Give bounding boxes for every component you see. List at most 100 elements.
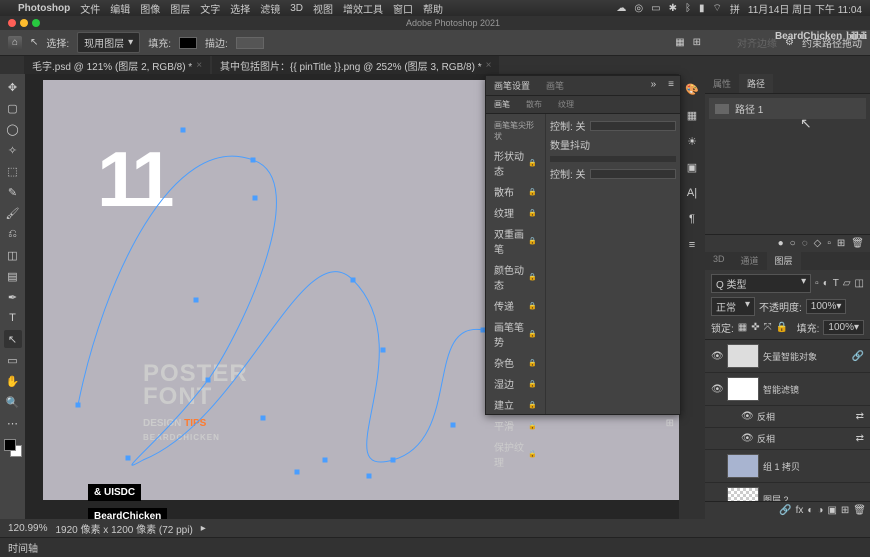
opacity-field[interactable]: 100%▾ (806, 299, 847, 314)
brush-opt[interactable]: 散布🔒 (490, 182, 541, 201)
layer-thumb[interactable] (727, 344, 759, 368)
doc-tab-2[interactable]: 其中包括图片：{{ pinTitle }}.png @ 252% (图层 3, … (212, 56, 499, 75)
delete-layer-icon[interactable]: 🗑 (853, 505, 866, 516)
close-window[interactable] (8, 19, 16, 27)
brush-settings-tab[interactable]: 画笔设置 (486, 76, 538, 95)
brush-opt[interactable]: 建立🔒 (490, 395, 541, 414)
visibility-icon[interactable]: 👁 (741, 433, 753, 444)
channels-tab[interactable]: 通道 (733, 252, 767, 270)
swatches-panel-icon[interactable]: ▦ (683, 106, 701, 124)
color-swatches[interactable] (4, 439, 22, 457)
libraries-panel-icon[interactable]: ▣ (683, 158, 701, 176)
brush-opt[interactable]: 画笔笔尖形状 (490, 118, 541, 144)
lock-all-icon[interactable]: 🔒 (776, 322, 788, 333)
doc-tab-1[interactable]: 毛字.psd @ 121% (图层 2, RGB/8) *× (24, 56, 210, 75)
status-menu-icon[interactable]: ▸ (201, 523, 206, 534)
visibility-icon[interactable]: 👁 (711, 384, 723, 395)
visibility-icon[interactable]: 👁 (741, 411, 753, 422)
paths-tab[interactable]: 路径 (739, 74, 773, 93)
control-slider[interactable] (590, 121, 676, 131)
layer-kind-dropdown[interactable]: Q 类型▾ (711, 274, 811, 293)
layer-thumb[interactable] (727, 377, 759, 401)
menu-view[interactable]: 视图 (313, 1, 333, 16)
layer-thumb[interactable] (727, 487, 759, 501)
brush-opt[interactable]: 颜色动态🔒 (490, 260, 541, 294)
panel-menu-icon[interactable]: ≡ (662, 76, 680, 95)
lock-icon[interactable]: 🔒 (528, 450, 537, 458)
lock-icon[interactable]: 🔒 (528, 188, 537, 196)
filter-row[interactable]: 👁 反相 ⇄ (705, 406, 870, 428)
align-icon[interactable]: ▦ (675, 37, 684, 48)
hand-tool[interactable]: ✋ (4, 372, 22, 390)
menu-filter[interactable]: 滤镜 (260, 1, 280, 16)
star-icon[interactable]: ✱ (669, 3, 677, 14)
menu-3d[interactable]: 3D (290, 3, 303, 14)
color-panel-icon[interactable]: 🎨 (683, 80, 701, 98)
fill-field[interactable]: 100%▾ (823, 320, 864, 335)
properties-tab[interactable]: 属性 (705, 74, 739, 93)
lock-icon[interactable]: 🔒 (528, 380, 537, 388)
lock-icon[interactable]: 🔒 (528, 302, 537, 310)
blend-mode-dropdown[interactable]: 正常▾ (711, 297, 755, 316)
select-layer-dropdown[interactable]: 现用图层▾ (77, 32, 140, 53)
brush-sub-shape[interactable]: 画笔 (486, 96, 518, 113)
menu-plugins[interactable]: 增效工具 (343, 1, 383, 16)
cc-icon[interactable]: ◎ (634, 3, 643, 14)
gradient-tool[interactable]: ▤ (4, 267, 22, 285)
brush-opt[interactable]: 平滑🔒 (490, 416, 541, 435)
screen-icon[interactable]: ▭ (651, 3, 660, 14)
brush-opt[interactable]: 湿边🔒 (490, 374, 541, 393)
adjustment-icon[interactable]: ◑ (817, 505, 823, 516)
new-brush-icon[interactable]: ⊞ (666, 418, 674, 429)
slider-track[interactable] (550, 156, 676, 162)
filter-pixel-icon[interactable]: ▫ (815, 278, 819, 289)
layer-thumb[interactable] (727, 454, 759, 478)
brush-opt[interactable]: 形状动态🔒 (490, 146, 541, 180)
menu-select[interactable]: 选择 (230, 1, 250, 16)
fill-swatch[interactable] (179, 37, 197, 49)
layer-row[interactable]: 组 1 拷贝 (705, 450, 870, 483)
filter-adj-icon[interactable]: ◐ (823, 278, 829, 289)
home-icon[interactable]: ⌂ (8, 36, 22, 50)
lock-pixels-icon[interactable]: ▦ (738, 322, 747, 333)
link-icon[interactable]: 🔗 (852, 351, 864, 362)
menu-file[interactable]: 文件 (80, 1, 100, 16)
filter-smart-icon[interactable]: ◫ (855, 278, 864, 289)
close-icon[interactable]: × (486, 60, 492, 71)
lock-position-icon[interactable]: ✜ (751, 322, 759, 333)
brush-opt[interactable]: 传递🔒 (490, 296, 541, 315)
close-icon[interactable]: × (196, 60, 202, 71)
type-tool[interactable]: T (4, 309, 22, 327)
layer-row[interactable]: 👁 智能滤镜 (705, 373, 870, 406)
filter-shape-icon[interactable]: ▱ (843, 278, 851, 289)
layers-tab[interactable]: 图层 (767, 252, 801, 270)
path-select-icon[interactable]: ↖ (30, 37, 38, 48)
add-path-icon[interactable]: ⊞ (837, 238, 845, 249)
lock-icon[interactable]: 🔒 (528, 401, 537, 409)
filter-row[interactable]: 👁 反相 ⇄ (705, 428, 870, 450)
lock-artboard-icon[interactable]: ⤧ (764, 322, 772, 333)
stroke-path-icon[interactable]: ○ (790, 238, 796, 249)
control-slider[interactable] (590, 169, 676, 179)
app-menu[interactable]: Photoshop (18, 3, 70, 14)
brush-tab[interactable]: 画笔 (538, 76, 572, 95)
minimize-window[interactable] (20, 19, 28, 27)
actions-panel-icon[interactable]: ≡ (683, 236, 701, 254)
filter-type-icon[interactable]: T (833, 278, 839, 289)
char-panel-icon[interactable]: A| (683, 184, 701, 202)
pen-tool[interactable]: ✒ (4, 288, 22, 306)
layer-row[interactable]: 👁 矢量智能对象 🔗 (705, 340, 870, 373)
brush-opt[interactable]: 双重画笔🔒 (490, 224, 541, 258)
visibility-icon[interactable]: 👁 (711, 351, 723, 362)
fill-path-icon[interactable]: ● (778, 238, 784, 249)
mask-path-icon[interactable]: ◇ (814, 238, 822, 249)
para-panel-icon[interactable]: ¶ (683, 210, 701, 228)
timeline-panel[interactable]: 时间轴 (0, 537, 870, 557)
brush-opt[interactable]: 杂色🔒 (490, 353, 541, 372)
lock-icon[interactable]: 🔒 (528, 359, 537, 367)
lasso-tool[interactable]: ◯ (4, 120, 22, 138)
layer-name[interactable]: 矢量智能对象 (763, 350, 848, 363)
wand-tool[interactable]: ✧ (4, 141, 22, 159)
lock-icon[interactable]: 🔒 (528, 422, 537, 430)
layer-row[interactable]: 图层 2 (705, 483, 870, 501)
